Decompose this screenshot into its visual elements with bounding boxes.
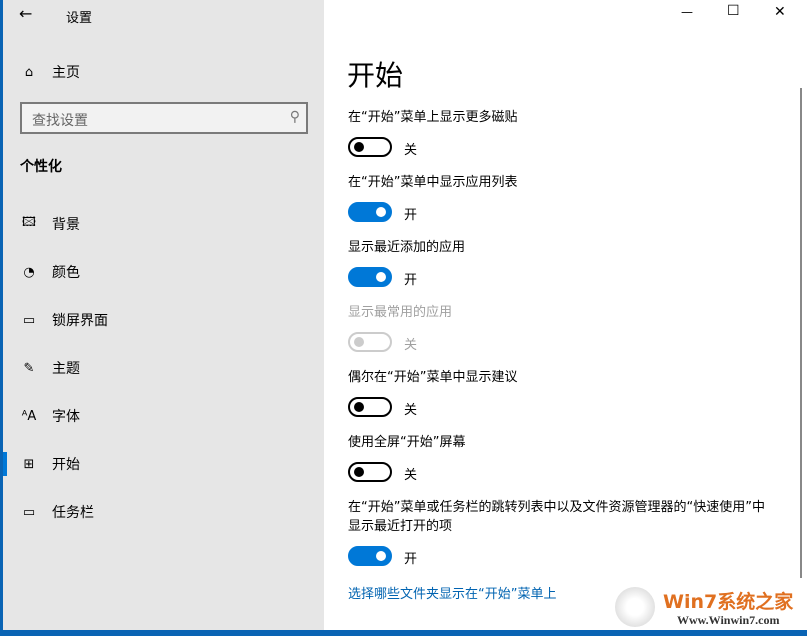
toggle-state: 开 <box>404 204 417 223</box>
maximize-button[interactable]: ☐ <box>727 3 740 19</box>
sidebar-item-fonts[interactable]: ᴬA字体 <box>3 396 324 436</box>
setting-label: 在“开始”菜单上显示更多磁贴 <box>348 108 768 127</box>
watermark: Win7系统之家 Www.Winwin7.com <box>611 585 807 630</box>
palette-icon: ◔ <box>20 264 38 280</box>
sidebar-item-home[interactable]: ⌂ 主页 <box>3 52 324 92</box>
window-title: 设置 <box>66 7 92 26</box>
back-button[interactable]: ← <box>19 4 32 23</box>
image-icon: 🖾 <box>20 216 38 232</box>
home-icon: ⌂ <box>20 64 38 80</box>
setting-label: 使用全屏“开始”屏幕 <box>348 433 768 452</box>
taskbar-icon: ▭ <box>20 504 38 520</box>
toggle-state: 开 <box>404 269 417 288</box>
sidebar: ← 设置 ⌂ 主页 查找设置 ⚲ 个性化 🖾背景 ◔颜色 ▭锁屏界面 ✎主题 ᴬ… <box>3 0 324 630</box>
sidebar-item-background[interactable]: 🖾背景 <box>3 204 324 244</box>
toggle-state: 关 <box>404 334 417 353</box>
toggle-state: 关 <box>404 464 417 483</box>
toggle-state: 开 <box>404 548 417 567</box>
scrollbar[interactable] <box>800 88 802 578</box>
search-input[interactable]: 查找设置 ⚲ <box>20 102 308 134</box>
choose-folders-link[interactable]: 选择哪些文件夹显示在“开始”菜单上 <box>348 583 556 602</box>
search-icon: ⚲ <box>290 109 300 125</box>
settings-window: ← 设置 ⌂ 主页 查找设置 ⚲ 个性化 🖾背景 ◔颜色 ▭锁屏界面 ✎主题 ᴬ… <box>3 0 807 630</box>
toggle-suggestions[interactable] <box>348 397 392 417</box>
toggle-most-used[interactable] <box>348 332 392 352</box>
setting-label: 在“开始”菜单中显示应用列表 <box>348 173 768 192</box>
toggle-fullscreen-start[interactable] <box>348 462 392 482</box>
watermark-url: Www.Winwin7.com <box>677 613 779 628</box>
theme-icon: ✎ <box>20 360 38 376</box>
sidebar-item-lock-screen[interactable]: ▭锁屏界面 <box>3 300 324 340</box>
toggle-app-list[interactable] <box>348 202 392 222</box>
setting-label: 在“开始”菜单或任务栏的跳转列表中以及文件资源管理器的“快速使用”中显示最近打开… <box>348 498 768 536</box>
sidebar-item-colors[interactable]: ◔颜色 <box>3 252 324 292</box>
lock-screen-icon: ▭ <box>20 312 38 328</box>
sidebar-item-taskbar[interactable]: ▭任务栏 <box>3 492 324 532</box>
toggle-more-tiles[interactable] <box>348 137 392 157</box>
section-heading: 个性化 <box>20 156 62 176</box>
toggle-recently-added[interactable] <box>348 267 392 287</box>
setting-label: 显示最常用的应用 <box>348 303 768 322</box>
close-button[interactable]: ✕ <box>774 4 786 20</box>
watermark-brand: Win7系统之家 <box>663 587 793 614</box>
setting-label: 偶尔在“开始”菜单中显示建议 <box>348 368 768 387</box>
toggle-state: 关 <box>404 399 417 418</box>
windows-logo-icon <box>615 587 655 627</box>
sidebar-item-themes[interactable]: ✎主题 <box>3 348 324 388</box>
setting-label: 显示最近添加的应用 <box>348 238 768 257</box>
start-icon: ⊞ <box>20 456 38 472</box>
selected-indicator <box>3 452 7 476</box>
font-icon: ᴬA <box>20 408 38 424</box>
page-title: 开始 <box>347 54 403 94</box>
minimize-button[interactable]: — <box>681 5 693 19</box>
toggle-state: 关 <box>404 139 417 158</box>
toggle-recent-items[interactable] <box>348 546 392 566</box>
sidebar-item-start[interactable]: ⊞开始 <box>3 444 324 484</box>
